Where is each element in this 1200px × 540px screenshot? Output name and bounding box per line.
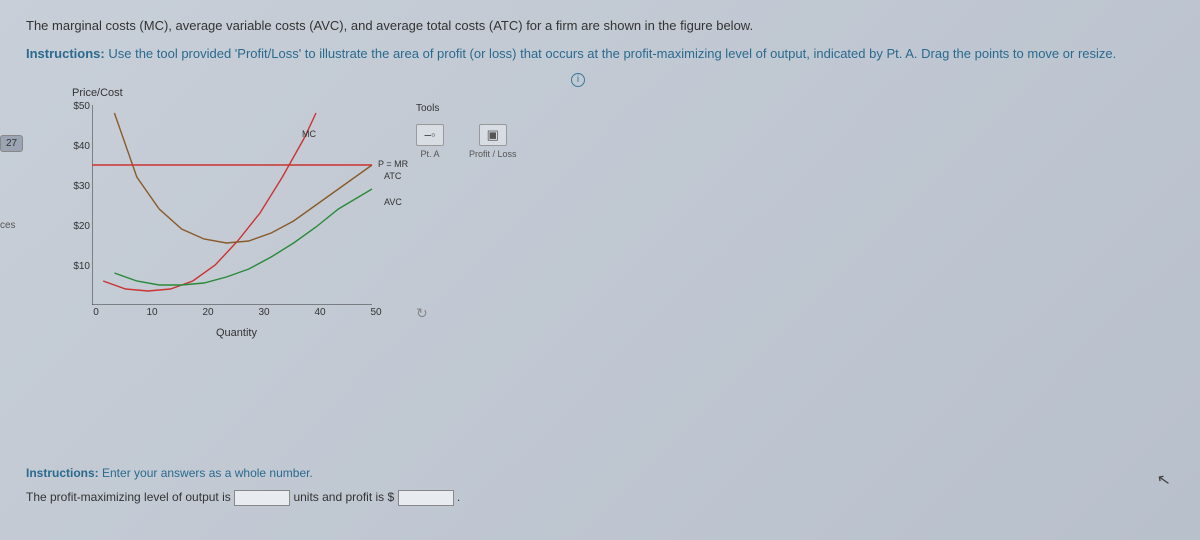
cursor-icon: ↖ <box>1155 469 1172 491</box>
x-tick: 10 <box>142 307 162 318</box>
mc-label: MC <box>302 129 316 139</box>
instructions-prefix: Instructions: <box>26 46 105 61</box>
pta-label: Pt. A <box>420 149 439 159</box>
y-tick: $10 <box>50 261 90 272</box>
atc-label: ATC <box>384 171 401 181</box>
pta-tool[interactable]: ⎯◦ <box>416 124 444 146</box>
x-tick: 50 <box>366 307 386 318</box>
answer-text-c: . <box>457 490 460 504</box>
profit-loss-label: Profit / Loss <box>469 149 517 159</box>
reset-icon[interactable]: ↻ <box>416 305 428 322</box>
answer-line: The profit-maximizing level of output is… <box>26 490 460 506</box>
answer-text-b: units and profit is $ <box>293 490 397 504</box>
x-tick: 20 <box>198 307 218 318</box>
left-label: ces <box>0 220 16 231</box>
question-number-tab[interactable]: 27 <box>0 135 23 152</box>
bottom-section: Instructions: Enter your answers as a wh… <box>26 466 460 506</box>
instructions-body: Use the tool provided 'Profit/Loss' to i… <box>105 46 1117 61</box>
x-tick: 30 <box>254 307 274 318</box>
answer-text-a: The profit-maximizing level of output is <box>26 490 234 504</box>
tools-panel: Tools ⎯◦ Pt. A ▣ Profit / Loss <box>416 103 546 165</box>
info-icon[interactable]: i <box>571 73 585 87</box>
x-tick: 40 <box>310 307 330 318</box>
x-axis-title: Quantity <box>216 327 257 339</box>
tools-title: Tools <box>416 103 546 114</box>
question-text: The marginal costs (MC), average variabl… <box>26 18 1174 33</box>
instructions: Instructions: Use the tool provided 'Pro… <box>26 45 1174 63</box>
y-tick: $30 <box>50 181 90 192</box>
bottom-instructions: Instructions: Enter your answers as a wh… <box>26 466 460 480</box>
profit-loss-tool[interactable]: ▣ <box>479 124 507 146</box>
bottom-instr-body: Enter your answers as a whole number. <box>99 466 313 480</box>
chart-title: Price/Cost <box>72 87 123 99</box>
output-input[interactable] <box>234 490 290 506</box>
x-tick: 0 <box>86 307 106 318</box>
chart-plot[interactable] <box>92 105 382 305</box>
profit-input[interactable] <box>398 490 454 506</box>
avc-label: AVC <box>384 197 402 207</box>
bottom-instr-prefix: Instructions: <box>26 466 99 480</box>
y-tick: $50 <box>50 101 90 112</box>
y-tick: $20 <box>50 221 90 232</box>
pmr-label: P = MR <box>378 159 408 169</box>
y-tick: $40 <box>50 141 90 152</box>
